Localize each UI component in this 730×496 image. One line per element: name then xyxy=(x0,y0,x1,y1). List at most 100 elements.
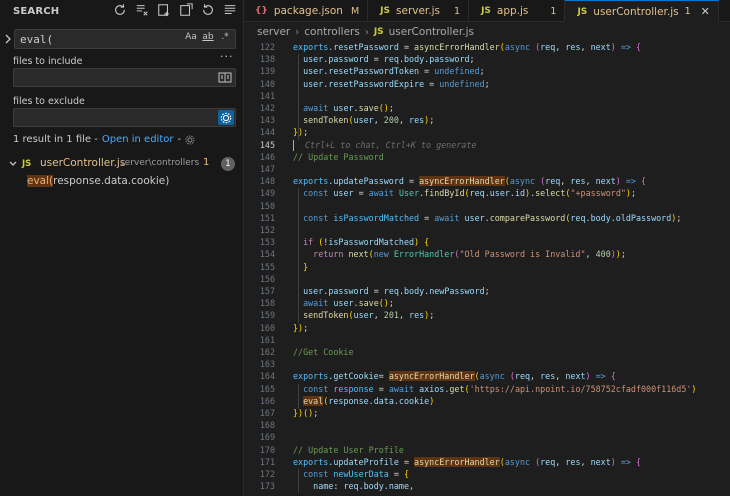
code-line[interactable]: 171 exports.updateProfile = asyncErrorHan… xyxy=(245,456,730,469)
code-line[interactable]: 148 exports.updatePassword = asyncErrorHa… xyxy=(245,176,730,188)
code-text: user.resetPasswordToken = undefined; xyxy=(303,66,485,77)
indent-guide xyxy=(298,383,299,408)
result-file-name[interactable]: userController.js xyxy=(40,157,125,169)
code-line[interactable]: 147 xyxy=(245,164,730,176)
code-line[interactable]: 138 user.password = req.body.password; xyxy=(245,54,730,66)
tab-label: package.json xyxy=(273,5,343,17)
breadcrumb-server[interactable]: server xyxy=(257,26,290,38)
code-line[interactable]: 140 user.resetPasswordExpire = undefined… xyxy=(245,79,730,91)
code-line[interactable]: 146 // Update Password xyxy=(245,152,730,164)
line-number: 160 xyxy=(259,322,275,333)
code-line[interactable]: 173 name: req.body.name, xyxy=(245,481,730,493)
editor-tabbar: {} package.json M JS server.js 1 JS app.… xyxy=(245,0,730,22)
chevron-down-icon[interactable] xyxy=(8,159,18,169)
chevron-right-icon[interactable] xyxy=(3,32,13,46)
use-regex-toggle[interactable]: .* xyxy=(218,32,232,42)
code-line[interactable]: 168 xyxy=(245,420,730,432)
chevron-right-icon: › xyxy=(364,26,369,38)
result-file-row[interactable]: JS userController.js server\controllers … xyxy=(0,155,244,173)
code-text: exports.getCookie= asyncErrorHandler(asy… xyxy=(293,371,616,382)
result-file-modified: 1 xyxy=(203,157,210,168)
code-line[interactable]: 165 const response = await axios.get('ht… xyxy=(245,384,730,396)
close-tab-icon[interactable]: ✕ xyxy=(701,5,710,18)
code-line[interactable]: 153 if (!isPasswordMatched) { xyxy=(245,237,730,249)
code-editor[interactable]: 122 exports.resetPassword = asyncErrorHan… xyxy=(245,40,730,496)
line-number: 138 xyxy=(259,54,275,65)
more-options-icon[interactable]: ··· xyxy=(220,50,234,63)
files-include-label: files to include xyxy=(13,56,83,67)
code-line[interactable]: 169 xyxy=(245,432,730,444)
code-line[interactable]: 143 sendToken(user, 200, res); xyxy=(245,115,730,127)
code-line[interactable]: 154 return next(new ErrorHandler("Old Pa… xyxy=(245,249,730,261)
line-number: 171 xyxy=(259,456,275,467)
code-line[interactable]: 122 exports.resetPassword = asyncErrorHan… xyxy=(245,42,730,54)
line-number: 143 xyxy=(259,115,275,126)
code-line[interactable]: 144}); xyxy=(245,127,730,139)
new-search-editor-icon[interactable] xyxy=(156,2,172,18)
code-text: eval(response.data.cookie) xyxy=(303,395,435,406)
files-exclude-input[interactable] xyxy=(13,108,236,127)
files-exclude-label: files to exclude xyxy=(13,96,85,107)
code-line[interactable]: 151 const isPasswordMatched = await user… xyxy=(245,213,730,225)
code-line[interactable]: 141 xyxy=(245,91,730,103)
sidebar-title: SEARCH xyxy=(13,5,60,17)
code-text: sendToken(user, 201, res); xyxy=(303,310,435,321)
line-number: 163 xyxy=(259,359,275,370)
chevron-right-icon: › xyxy=(295,26,300,38)
gear-exclude-icon[interactable] xyxy=(218,110,234,125)
files-include-input[interactable] xyxy=(13,68,236,87)
indent-guide xyxy=(298,188,299,323)
tab-app-js[interactable]: JS app.js 1 xyxy=(469,0,566,22)
code-line[interactable]: 145 Ctrl+L to chat, Ctrl+K to generate xyxy=(245,139,730,152)
code-line[interactable]: 166 eval(response.data.cookie) xyxy=(245,395,730,408)
refresh-icon[interactable] xyxy=(112,2,128,18)
line-number: 146 xyxy=(259,151,275,162)
search-input-value[interactable]: eval( xyxy=(20,33,53,46)
code-line[interactable]: 149 const user = await User.findById(req… xyxy=(245,188,730,200)
code-line[interactable]: 164 exports.getCookie= asyncErrorHandler(… xyxy=(245,371,730,383)
code-line[interactable]: 150 xyxy=(245,201,730,213)
code-text: sendToken(user, 200, res); xyxy=(303,115,435,126)
tab-server-js[interactable]: JS server.js 1 xyxy=(368,0,470,22)
match-case-toggle[interactable]: Aa xyxy=(184,32,198,42)
code-line[interactable]: 139 user.resetPasswordToken = undefined; xyxy=(245,66,730,78)
code-line[interactable]: 159 sendToken(user, 201, res); xyxy=(245,310,730,322)
view-as-list-icon[interactable] xyxy=(222,2,238,18)
code-line[interactable]: 163 xyxy=(245,359,730,371)
line-number: 145 xyxy=(259,139,275,150)
gear-icon[interactable] xyxy=(185,135,195,145)
code-line[interactable]: 155 } xyxy=(245,262,730,274)
code-line[interactable]: 142 await user.save(); xyxy=(245,103,730,115)
code-line[interactable]: 167})(); xyxy=(245,408,730,420)
code-line[interactable]: 158 await user.save(); xyxy=(245,298,730,310)
open-new-search-icon[interactable] xyxy=(178,2,194,18)
open-in-editor-link[interactable]: Open in editor xyxy=(102,134,174,145)
book-icon[interactable] xyxy=(218,71,232,84)
code-line[interactable]: 156 xyxy=(245,274,730,286)
line-number: 164 xyxy=(259,371,275,382)
code-line[interactable]: 172 const newUserData = { xyxy=(245,469,730,481)
tab-user-controller-js[interactable]: JS userController.js 1 ✕ xyxy=(565,0,719,22)
result-match-line[interactable]: eval(response.data.cookie) xyxy=(27,175,169,187)
breadcrumb-controllers[interactable]: controllers xyxy=(304,26,360,38)
code-line[interactable]: 157 user.password = req.body.newPassword… xyxy=(245,286,730,298)
code-line[interactable]: 170 // Update User Profile xyxy=(245,445,730,457)
clear-results-icon[interactable] xyxy=(134,2,150,18)
code-line[interactable]: 152 xyxy=(245,225,730,237)
tab-package-json[interactable]: {} package.json M xyxy=(245,0,369,22)
match-rest: response.data.cookie) xyxy=(53,175,170,187)
code-line[interactable]: 161 xyxy=(245,335,730,347)
line-number: 169 xyxy=(259,432,275,443)
code-line[interactable]: 162 //Get Cookie xyxy=(245,347,730,359)
breadcrumb: server › controllers › JS userController… xyxy=(245,24,474,40)
line-number: 156 xyxy=(259,273,275,284)
tab-label: app.js xyxy=(496,5,529,17)
sidebar-toolbar xyxy=(112,2,260,18)
refresh-alt-icon[interactable] xyxy=(200,2,216,18)
line-number: 148 xyxy=(259,176,275,187)
code-line[interactable]: 160}); xyxy=(245,323,730,335)
match-whole-word-toggle[interactable]: ab xyxy=(201,32,215,42)
search-input[interactable]: eval( Aa ab .* xyxy=(14,29,236,49)
breadcrumb-file[interactable]: userController.js xyxy=(389,26,474,38)
code-text: }); xyxy=(293,322,309,333)
